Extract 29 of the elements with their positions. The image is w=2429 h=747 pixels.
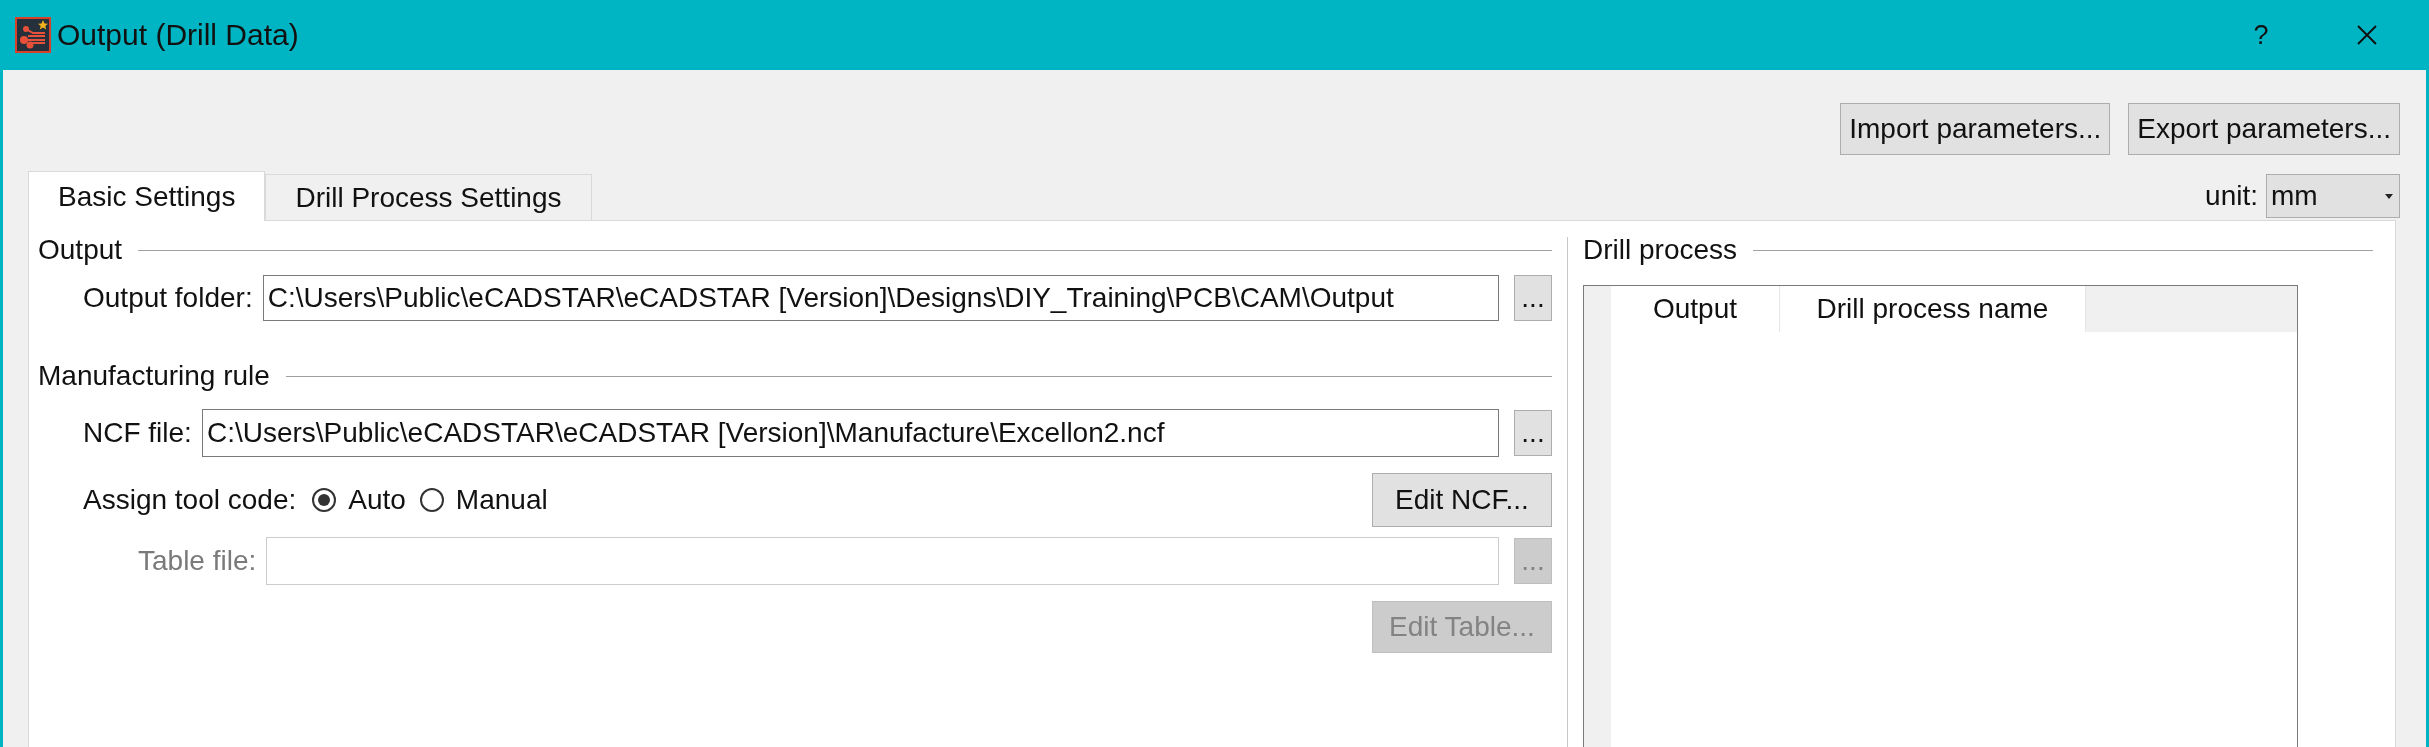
radio-button[interactable] (419, 488, 444, 512)
window-title: Output (Drill Data) (57, 18, 299, 52)
toolbar-button[interactable]: Import parameters... (1840, 103, 2111, 155)
column-header[interactable]: Output (1611, 286, 1780, 332)
toolbar-button[interactable]: Export parameters... (2128, 103, 2400, 155)
help-button[interactable]: ? (2246, 19, 2276, 51)
input-field[interactable]: C:\Users\Public\eCADSTAR\eCADSTAR [Version]\Designs\DIY_Training\PCB\CAM\Output (262, 275, 1499, 321)
app-icon (15, 17, 51, 53)
radio-label[interactable]: Manual (455, 484, 548, 516)
browse-button[interactable]: ... (1514, 275, 1552, 321)
tab[interactable]: Basic Settings (28, 171, 266, 221)
input-field[interactable]: C:\Users\Public\eCADSTAR\eCADSTAR [Version]\Manufacture\Excellon2.ncf (201, 409, 1499, 457)
edit-ncf-button[interactable]: Edit NCF... (1372, 473, 1552, 527)
section-title: Drill process (1583, 234, 1738, 266)
section-title: Output (38, 234, 123, 266)
field-label: Assign tool code: (83, 484, 297, 516)
unit-dropdown[interactable]: mm (2266, 174, 2400, 218)
field-label: Table file: (138, 545, 257, 577)
radio-label[interactable]: Auto (348, 484, 406, 516)
field-label: NCF file: (83, 417, 192, 449)
header-corner (1584, 286, 1611, 332)
close-icon (2356, 24, 2378, 46)
dropdown-arrow-icon (2385, 193, 2393, 199)
field-label: Output folder: (83, 282, 253, 314)
browse-button[interactable]: ... (1514, 410, 1552, 456)
radio-button[interactable] (312, 488, 337, 512)
tab[interactable]: Drill Process Settings (265, 174, 592, 220)
section-title: Manufacturing rule (38, 360, 270, 392)
unit-label: unit: (2205, 180, 2258, 212)
